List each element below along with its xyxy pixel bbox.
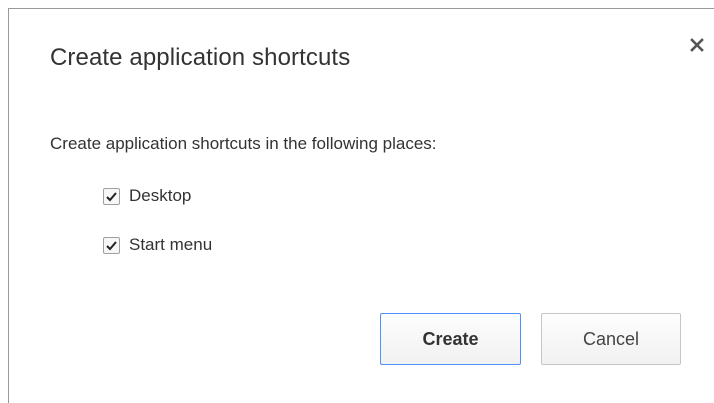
desktop-option[interactable]: Desktop: [103, 185, 191, 207]
desktop-label: Desktop: [129, 186, 192, 205]
dialog-prompt: Create application shortcuts in the foll…: [50, 134, 437, 153]
dialog-border-top: [8, 8, 714, 9]
dialog-title: Create application shortcuts: [50, 44, 351, 71]
start-menu-option[interactable]: Start menu: [103, 234, 212, 256]
checkmark-icon: [106, 191, 117, 201]
create-button[interactable]: Create: [380, 313, 521, 365]
close-icon: [690, 38, 704, 52]
dialog-border-left: [8, 8, 9, 403]
desktop-checkbox[interactable]: [103, 187, 120, 205]
start-menu-checkbox[interactable]: [103, 236, 120, 254]
start-menu-label: Start menu: [129, 235, 213, 254]
create-shortcuts-dialog: Create application shortcuts Create appl…: [0, 0, 714, 403]
checkmark-icon: [106, 240, 117, 250]
close-button[interactable]: [686, 34, 708, 56]
cancel-button[interactable]: Cancel: [541, 313, 681, 365]
